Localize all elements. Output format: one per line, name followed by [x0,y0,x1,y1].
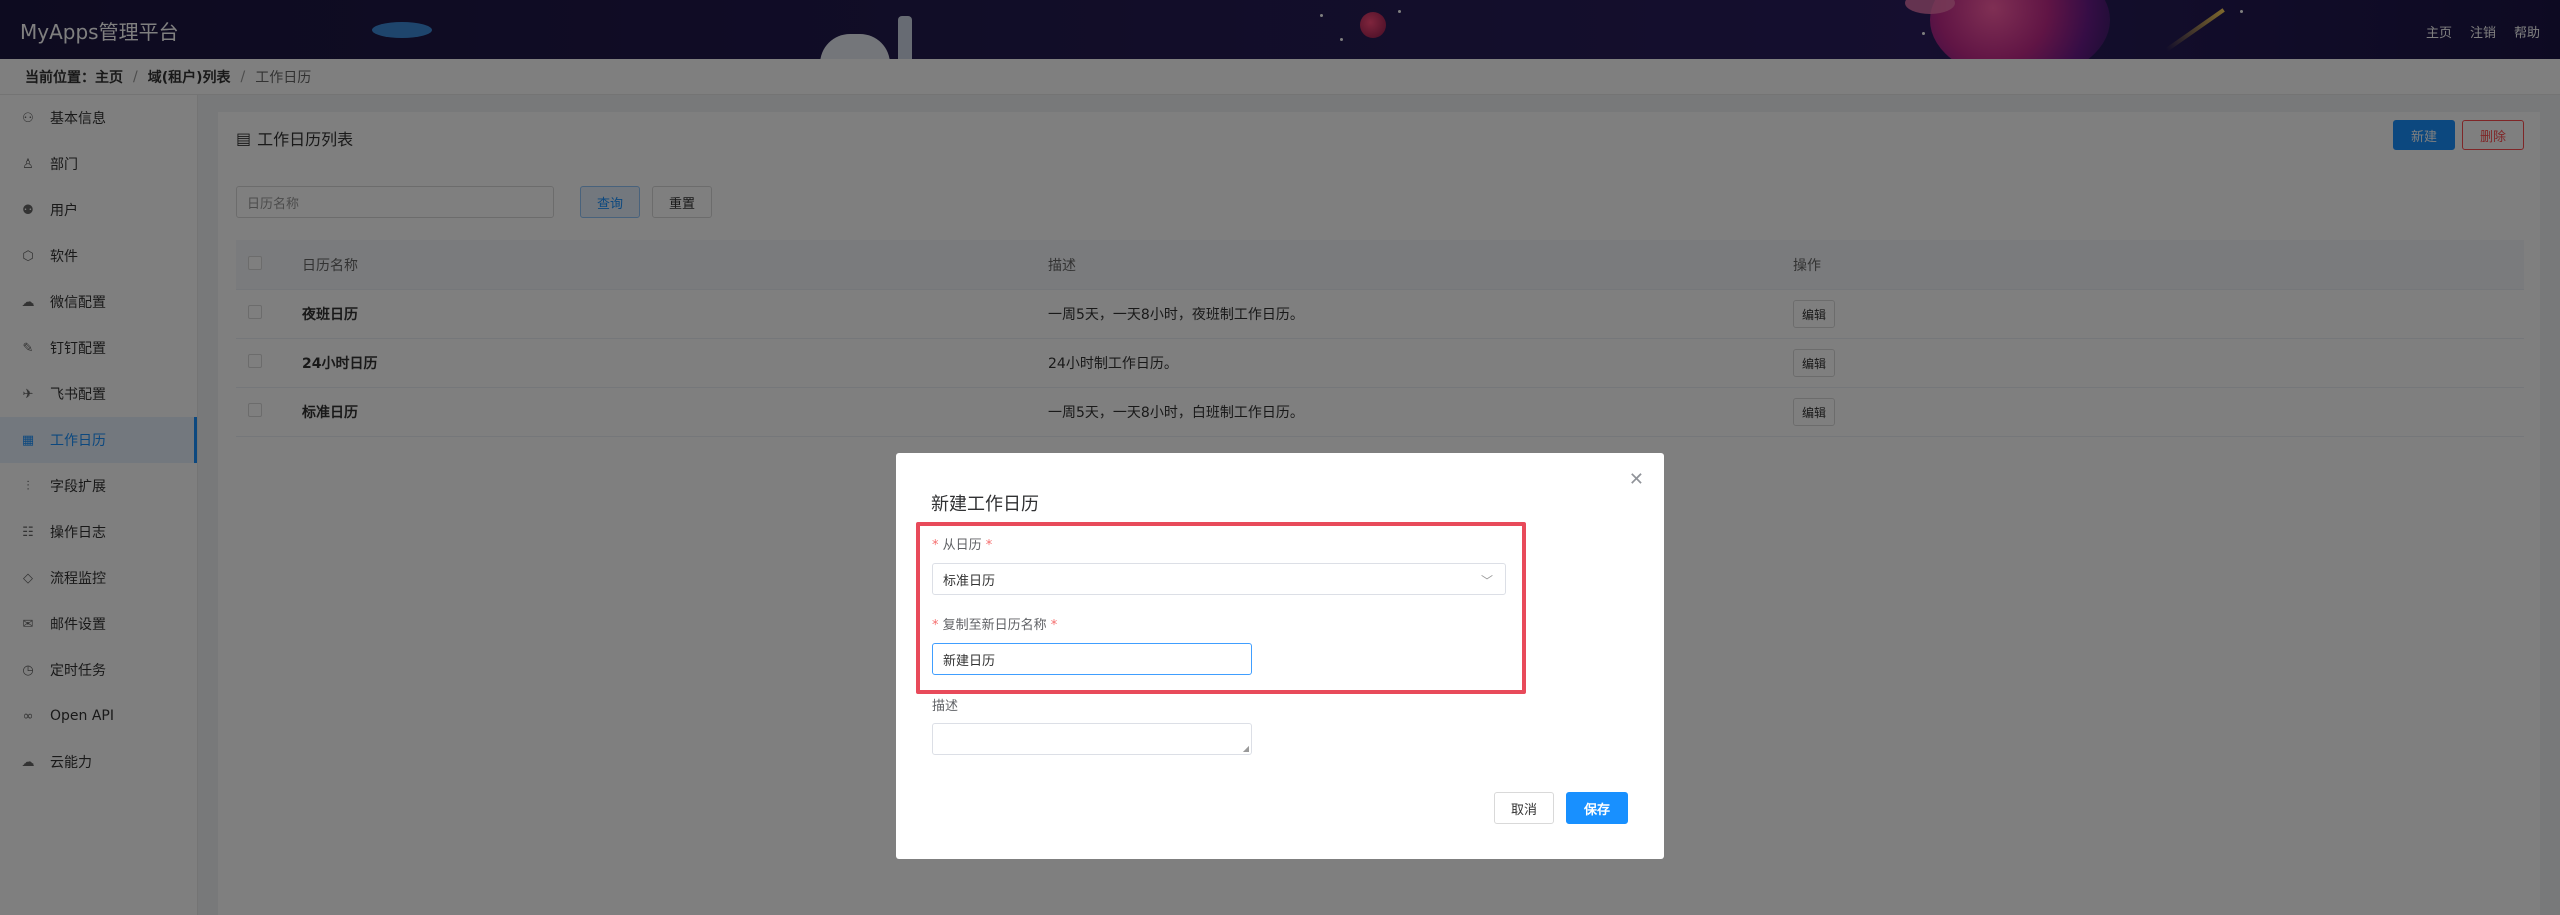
from-calendar-label: * 从日历 * [932,538,993,553]
description-textarea[interactable]: ◢ [932,723,1252,755]
close-icon[interactable]: ✕ [1629,469,1644,490]
chevron-down-icon: ﹀ [1480,574,1493,588]
new-calendar-name-input[interactable]: 新建日历 [932,643,1252,675]
copy-name-label: * 复制至新日历名称 * [932,618,1058,633]
dialog-title: 新建工作日历 [931,494,1039,515]
from-calendar-value: 标准日历 [943,573,996,589]
resize-grip-icon[interactable]: ◢ [1243,744,1249,753]
save-button[interactable]: 保存 [1566,792,1628,824]
description-label: 描述 [932,699,959,714]
new-calendar-dialog: 新建工作日历 ✕ * 从日历 * 标准日历 ﹀ * 复制至新日历名称 * 新建日… [896,453,1664,859]
cancel-button[interactable]: 取消 [1494,792,1554,824]
from-calendar-select[interactable]: 标准日历 ﹀ [932,563,1506,595]
